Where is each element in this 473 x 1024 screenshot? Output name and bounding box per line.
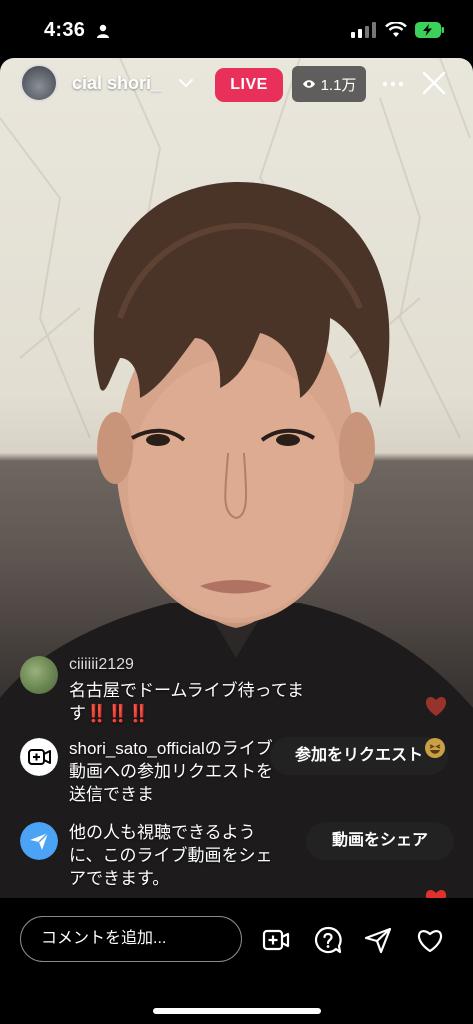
comment-input[interactable]: コメントを追加...	[20, 916, 242, 962]
wifi-icon	[385, 22, 407, 37]
add-video-icon[interactable]	[262, 926, 290, 954]
heart-reaction-icon	[425, 697, 447, 716]
person-icon	[97, 24, 109, 38]
viewer-count: 1.1万	[320, 76, 357, 94]
live-badge: LIVE	[215, 68, 283, 102]
laughing-emoji-icon	[425, 738, 445, 758]
send-icon	[20, 822, 58, 860]
host-username[interactable]: cial shori_	[72, 73, 161, 94]
status-time: 4:36	[44, 19, 86, 41]
cellular-signal-icon	[351, 22, 376, 38]
join-request-message: shori_sato_officialのライブ動画への参加リクエストを送信できま	[69, 739, 273, 804]
share-video-button[interactable]: 動画をシェア	[306, 822, 454, 860]
eye-icon	[302, 80, 315, 88]
home-indicator[interactable]	[153, 1008, 321, 1014]
share-live-message: 他の人も視聴できるように、このライブ動画をシェアできます。	[69, 823, 273, 888]
question-icon[interactable]	[314, 926, 342, 954]
request-to-join-button[interactable]: 参加をリクエスト	[270, 737, 448, 775]
viewer-count-badge[interactable]: 1.1万	[292, 66, 366, 102]
close-icon[interactable]	[421, 70, 447, 96]
comment-username[interactable]: ciiiiii2129	[69, 656, 134, 674]
video-add-icon	[20, 738, 58, 776]
chevron-down-icon[interactable]	[177, 74, 195, 92]
commenter-avatar[interactable]	[20, 656, 58, 694]
host-avatar[interactable]	[20, 64, 58, 102]
comment-text: 名古屋でドームライブ待ってます‼️‼️‼️	[69, 681, 304, 723]
live-header: cial shori_ LIVE 1.1万	[0, 62, 473, 106]
send-icon[interactable]	[364, 926, 392, 954]
status-bar: 4:36	[0, 0, 473, 58]
heart-icon[interactable]	[416, 926, 444, 954]
more-options-icon[interactable]	[381, 72, 405, 96]
battery-charging-icon	[415, 22, 444, 38]
